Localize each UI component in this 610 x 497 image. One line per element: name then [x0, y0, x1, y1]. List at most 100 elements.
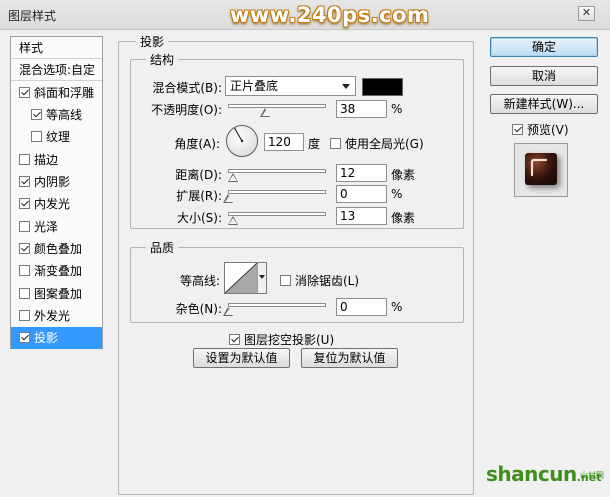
style-item-stroke[interactable]: 描边: [11, 149, 102, 171]
size-slider-thumb[interactable]: [227, 216, 239, 225]
style-item-gradient-overlay[interactable]: 渐变叠加: [11, 260, 102, 282]
style-item-bevel-emboss[interactable]: 斜面和浮雕: [11, 82, 102, 104]
antialias-checkbox[interactable]: [280, 275, 291, 286]
close-icon[interactable]: ✕: [582, 6, 591, 19]
noise-slider-track[interactable]: [228, 303, 326, 307]
style-list: 样式 混合选项:自定 斜面和浮雕 等高线 纹理 描边 内阴影 内发光 光泽 颜色…: [10, 36, 103, 349]
knockout-label: 图层挖空投影(U): [244, 333, 335, 347]
style-item-inner-shadow[interactable]: 内阴影: [11, 171, 102, 193]
blend-options-item[interactable]: 混合选项:自定: [11, 59, 102, 81]
style-item-label: 渐变叠加: [34, 264, 83, 278]
style-item-satin[interactable]: 光泽: [11, 216, 102, 238]
structure-title: 结构: [146, 51, 179, 68]
noise-input[interactable]: 0: [336, 298, 387, 316]
new-style-button[interactable]: 新建样式(W)...: [490, 94, 598, 114]
style-item-inner-glow[interactable]: 内发光: [11, 193, 102, 215]
style-item-pattern-overlay[interactable]: 图案叠加: [11, 283, 102, 305]
size-slider-track[interactable]: [228, 212, 326, 216]
style-item-texture[interactable]: 纹理: [11, 126, 102, 148]
inner-shadow-checkbox[interactable]: [19, 176, 30, 187]
distance-label: 距离(D):: [175, 168, 222, 182]
spread-slider-track[interactable]: [228, 190, 326, 194]
distance-slider-track[interactable]: [228, 169, 326, 173]
style-item-label: 光泽: [34, 220, 59, 234]
contour-preview-icon[interactable]: [225, 263, 257, 293]
angle-unit: 度: [308, 137, 321, 151]
size-input[interactable]: 13: [336, 207, 387, 225]
size-unit: 像素: [391, 211, 416, 225]
drop-shadow-checkbox[interactable]: [19, 332, 30, 343]
opacity-slider-thumb[interactable]: [260, 108, 271, 117]
chevron-down-icon[interactable]: [259, 275, 265, 279]
spread-input[interactable]: 0: [336, 185, 387, 203]
knockout-checkbox[interactable]: [229, 334, 240, 345]
angle-label: 角度(A):: [174, 137, 220, 151]
spread-unit: %: [391, 187, 403, 201]
contour-picker[interactable]: [224, 262, 267, 294]
texture-checkbox[interactable]: [31, 131, 42, 142]
watermark-text: www.240ps.com: [230, 3, 430, 27]
style-item-label: 纹理: [46, 130, 71, 144]
opacity-slider-track[interactable]: [228, 104, 326, 108]
pattern-overlay-checkbox[interactable]: [19, 288, 30, 299]
antialias-option[interactable]: 消除锯齿(L): [280, 272, 359, 289]
preview-checkbox[interactable]: [512, 124, 523, 135]
style-item-label: 内发光: [34, 197, 71, 211]
angle-dial[interactable]: [225, 124, 259, 158]
quality-title: 品质: [146, 239, 179, 256]
contour-checkbox[interactable]: [31, 109, 42, 120]
style-preview: [514, 143, 568, 197]
contour-label: 等高线:: [179, 274, 220, 288]
style-item-label: 外发光: [34, 309, 71, 323]
spread-slider-thumb[interactable]: [223, 194, 234, 203]
contour-dropdown-toggle[interactable]: [257, 263, 266, 293]
inner-glow-checkbox[interactable]: [19, 198, 30, 209]
noise-unit: %: [391, 300, 403, 314]
outer-glow-checkbox[interactable]: [19, 310, 30, 321]
style-item-label: 等高线: [46, 108, 83, 122]
blend-mode-select[interactable]: 正片叠底: [225, 76, 356, 96]
logo-main: shancun: [486, 462, 577, 486]
style-item-contour[interactable]: 等高线: [11, 104, 102, 126]
title-bar: 图层样式 www.240ps.com ✕: [0, 0, 610, 30]
make-default-button[interactable]: 设置为默认值: [193, 348, 290, 368]
opacity-input[interactable]: 38: [336, 100, 387, 118]
close-button[interactable]: ✕: [578, 6, 595, 21]
distance-input[interactable]: 12: [336, 164, 387, 182]
cancel-button[interactable]: 取消: [490, 66, 598, 86]
drop-shadow-title: 投影: [136, 33, 169, 50]
style-item-label: 斜面和浮雕: [34, 86, 95, 100]
chevron-down-icon: [342, 84, 350, 89]
bevel-emboss-checkbox[interactable]: [19, 87, 30, 98]
angle-dial-icon[interactable]: [225, 124, 259, 158]
color-overlay-checkbox[interactable]: [19, 243, 30, 254]
global-light-label: 使用全局光(G): [345, 137, 424, 151]
style-item-color-overlay[interactable]: 颜色叠加: [11, 238, 102, 260]
global-light-option[interactable]: 使用全局光(G): [330, 135, 424, 152]
knockout-option[interactable]: 图层挖空投影(U): [229, 331, 334, 348]
angle-input[interactable]: 120: [264, 133, 304, 151]
blend-mode-value: 正片叠底: [230, 79, 279, 93]
distance-unit: 像素: [391, 168, 416, 182]
shadow-color-swatch[interactable]: [362, 78, 403, 96]
ok-button[interactable]: 确定: [490, 37, 598, 57]
satin-checkbox[interactable]: [19, 221, 30, 232]
reset-default-button[interactable]: 复位为默认值: [301, 348, 398, 368]
style-item-label: 投影: [34, 331, 59, 345]
noise-slider-thumb[interactable]: [223, 307, 234, 316]
global-light-checkbox[interactable]: [330, 138, 341, 149]
style-preview-swatch: [525, 153, 557, 185]
style-item-drop-shadow[interactable]: 投影: [11, 327, 102, 349]
window-title: 图层样式: [8, 9, 57, 23]
opacity-label: 不透明度(O):: [151, 103, 222, 117]
opacity-unit: %: [391, 102, 403, 116]
gradient-overlay-checkbox[interactable]: [19, 265, 30, 276]
distance-slider-thumb[interactable]: [227, 173, 239, 182]
preview-option[interactable]: 预览(V): [512, 121, 569, 138]
logo-small: 山村网: [580, 471, 604, 480]
style-item-outer-glow[interactable]: 外发光: [11, 305, 102, 327]
stroke-checkbox[interactable]: [19, 154, 30, 165]
style-item-label: 图案叠加: [34, 287, 83, 301]
blend-mode-label: 混合模式(B):: [152, 81, 222, 95]
site-logo: shancun.net 山村网: [486, 462, 604, 486]
